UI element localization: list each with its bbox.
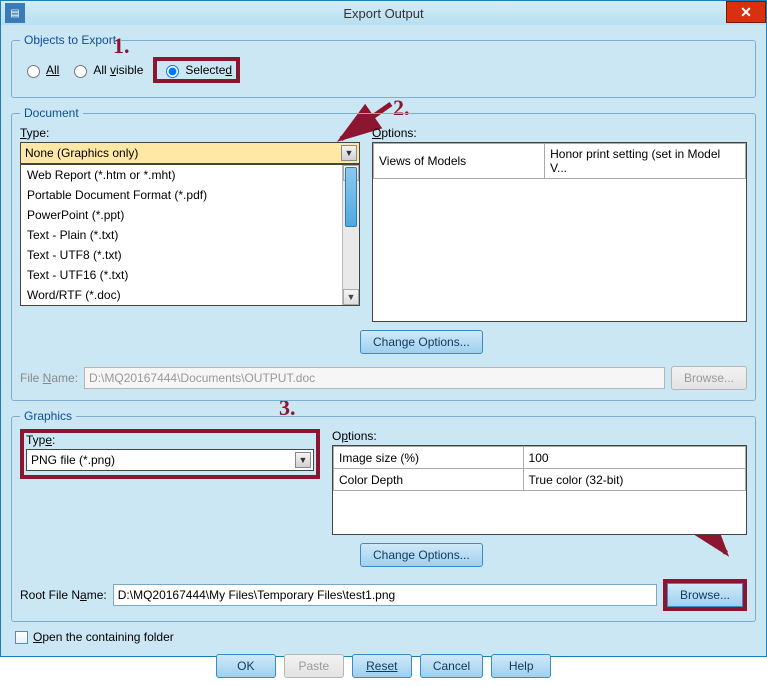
radio-all-visible-label: All visible xyxy=(93,63,143,77)
graphics-root-file-label: Root File Name: xyxy=(20,588,107,602)
app-icon: ▤ xyxy=(5,3,25,23)
window-title: Export Output xyxy=(343,6,423,21)
radio-selected-input[interactable] xyxy=(166,65,179,78)
document-type-label: Type: xyxy=(20,126,360,140)
open-folder-label: Open the containing folder xyxy=(33,630,174,644)
table-row: Views of Models Honor print setting (set… xyxy=(374,144,746,179)
radio-all-visible-input[interactable] xyxy=(74,65,87,78)
scroll-thumb[interactable] xyxy=(345,167,357,227)
chevron-down-icon[interactable]: ▼ xyxy=(295,452,311,468)
document-change-options-button[interactable]: Change Options... xyxy=(360,330,483,354)
list-item[interactable]: Text - UTF16 (*.txt) xyxy=(21,265,359,285)
titlebar: ▤ Export Output ✕ xyxy=(1,1,766,25)
cancel-button[interactable]: Cancel xyxy=(420,654,483,678)
objects-to-export-group: Objects to Export All All visible Select… xyxy=(11,33,756,98)
option-value: True color (32-bit) xyxy=(523,469,745,491)
radio-all-input[interactable] xyxy=(27,65,40,78)
graphics-type-value: PNG file (*.png) xyxy=(31,453,115,467)
table-row: Color Depth True color (32-bit) xyxy=(334,469,746,491)
close-button[interactable]: ✕ xyxy=(726,1,766,23)
list-item[interactable]: Word/RTF (*.doc) xyxy=(21,285,359,305)
option-name: Views of Models xyxy=(374,144,545,179)
graphics-change-options-button[interactable]: Change Options... xyxy=(360,543,483,567)
open-folder-checkbox[interactable] xyxy=(15,631,28,644)
list-item[interactable]: Text - UTF8 (*.txt) xyxy=(21,245,359,265)
radio-all-label: All xyxy=(46,63,59,77)
radio-selected-label: Selected xyxy=(185,63,232,77)
radio-all-visible[interactable]: All visible xyxy=(69,62,143,78)
list-item[interactable]: PowerPoint (*.ppt) xyxy=(21,205,359,225)
help-button[interactable]: Help xyxy=(491,654,551,678)
document-options-label: Options: xyxy=(372,126,747,140)
export-output-dialog: ▤ Export Output ✕ 1. 2. 3. 4. Objects to… xyxy=(0,0,767,657)
graphics-group: Graphics Type: PNG file (*.png) ▼ Option… xyxy=(11,409,756,622)
graphics-legend: Graphics xyxy=(20,409,76,423)
list-item[interactable]: Portable Document Format (*.pdf) xyxy=(21,185,359,205)
graphics-options-label: Options: xyxy=(332,429,747,443)
scrollbar[interactable]: ▲ ▼ xyxy=(342,165,359,305)
graphics-options-box: Image size (%) 100 Color Depth True colo… xyxy=(332,445,747,535)
highlight-selected: Selected xyxy=(153,57,240,83)
highlight-browse: Browse... xyxy=(663,579,747,611)
table-row: Image size (%) 100 xyxy=(334,447,746,469)
paste-button: Paste xyxy=(284,654,344,678)
radio-selected[interactable]: Selected xyxy=(161,62,232,78)
graphics-root-file-input[interactable]: D:\MQ20167444\My Files\Temporary Files\t… xyxy=(113,584,657,606)
graphics-browse-button[interactable]: Browse... xyxy=(667,583,743,607)
list-item[interactable]: Text - Plain (*.txt) xyxy=(21,225,359,245)
document-type-value: None (Graphics only) xyxy=(25,146,138,160)
document-type-listbox[interactable]: Web Report (*.htm or *.mht) Portable Doc… xyxy=(20,164,360,306)
ok-button[interactable]: OK xyxy=(216,654,276,678)
list-item[interactable]: Web Report (*.htm or *.mht) xyxy=(21,165,359,185)
document-browse-button: Browse... xyxy=(671,366,747,390)
graphics-type-dropdown[interactable]: PNG file (*.png) ▼ xyxy=(26,449,314,471)
option-name: Image size (%) xyxy=(334,447,524,469)
scroll-down-icon[interactable]: ▼ xyxy=(343,289,359,305)
document-file-name-input: D:\MQ20167444\Documents\OUTPUT.doc xyxy=(84,367,665,389)
option-name: Color Depth xyxy=(334,469,524,491)
list-item-selected[interactable]: None (Graphics only) xyxy=(21,305,359,306)
objects-to-export-legend: Objects to Export xyxy=(20,33,120,47)
reset-button[interactable]: Reset xyxy=(352,654,412,678)
document-type-dropdown[interactable]: None (Graphics only) ▼ xyxy=(20,142,360,164)
document-options-box: Views of Models Honor print setting (set… xyxy=(372,142,747,322)
document-group: Document Type: None (Graphics only) ▼ We… xyxy=(11,106,756,401)
option-value: 100 xyxy=(523,447,745,469)
document-file-name-label: File Name: xyxy=(20,371,78,385)
option-value: Honor print setting (set in Model V... xyxy=(545,144,746,179)
highlight-graphics-type: Type: PNG file (*.png) ▼ xyxy=(20,429,320,479)
chevron-down-icon[interactable]: ▼ xyxy=(341,145,357,161)
graphics-type-label: Type: xyxy=(26,433,314,447)
radio-all[interactable]: All xyxy=(22,62,59,78)
document-legend: Document xyxy=(20,106,83,120)
